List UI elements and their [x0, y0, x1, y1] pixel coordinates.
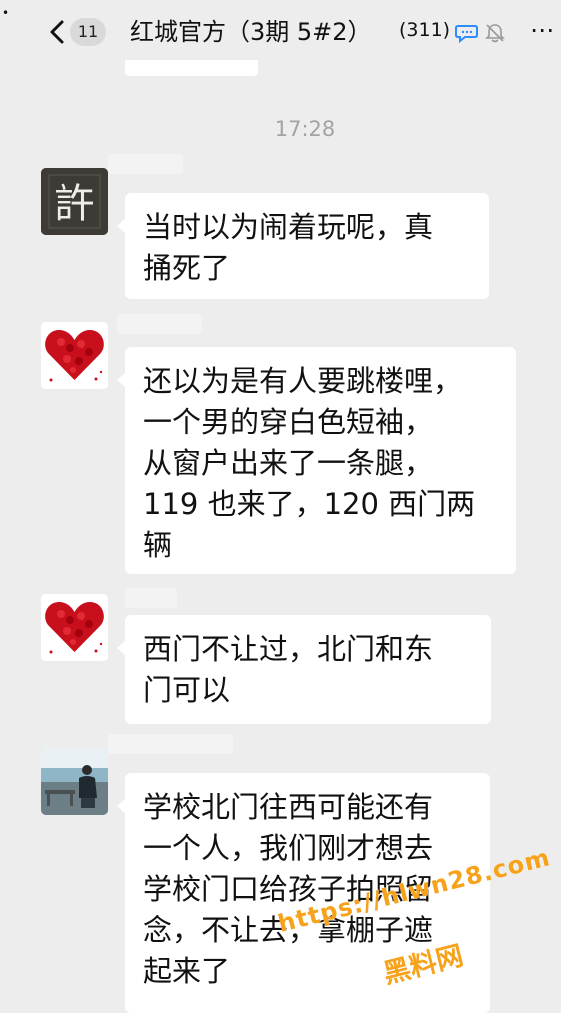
member-count: (311): [399, 19, 451, 41]
status-dot: •: [2, 6, 10, 20]
message-bubble: 西门不让过，北门和东 门可以: [117, 615, 491, 724]
sender-name: [117, 314, 202, 334]
chat-bubble-icon: [455, 25, 478, 43]
red-heart-roses-avatar[interactable]: [41, 322, 108, 389]
calligraphy-avatar[interactable]: 許: [41, 168, 108, 235]
message-bubble: 当时以为闹着玩呢，真 捅死了: [117, 193, 489, 299]
more-options-icon[interactable]: ⋯: [530, 18, 556, 42]
svg-text:許: 許: [55, 181, 95, 227]
back-icon[interactable]: [44, 18, 72, 46]
heart-image: [41, 594, 108, 661]
chat-header: • 11 红城官方（3期 5#2） (311) ⋯: [0, 0, 561, 64]
sender-name: [108, 734, 233, 754]
unread-badge[interactable]: 11: [70, 18, 106, 46]
message-bubble: 还以为是有人要跳楼哩， 一个男的穿白色短袖， 从窗户出来了一条腿， 119 也来…: [117, 347, 516, 574]
sender-name: [125, 588, 177, 608]
person-photo-avatar[interactable]: [41, 748, 108, 815]
person-photo-image: [41, 748, 108, 815]
message-timestamp: 17:28: [274, 117, 336, 141]
previous-message-bubble: [125, 60, 258, 76]
muted-bell-icon: [485, 24, 505, 43]
sender-name: [108, 154, 183, 174]
red-heart-roses-avatar[interactable]: [41, 594, 108, 661]
chat-title: 红城官方（3期 5#2）: [130, 18, 372, 46]
heart-image: [41, 322, 108, 389]
calligraphy-avatar-image: 許: [41, 168, 108, 235]
